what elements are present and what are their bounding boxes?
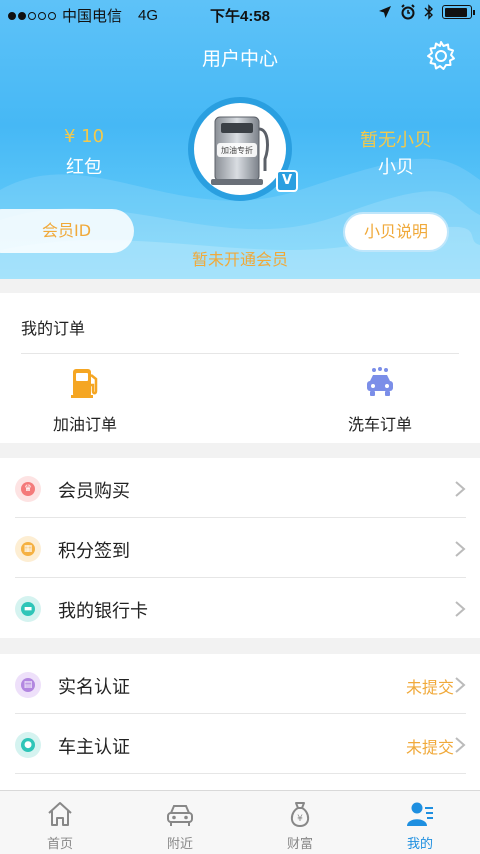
redpacket-amount[interactable]: ¥ 10: [48, 126, 120, 147]
fuel-orders-label: 加油订单: [52, 415, 117, 434]
home-icon: [48, 802, 72, 826]
user-icon: [407, 802, 433, 826]
tab-label: 我的: [406, 837, 433, 852]
fuel-orders-button[interactable]: 加油订单: [25, 365, 145, 435]
tab-wealth[interactable]: ¥ 财富: [260, 799, 340, 852]
money-bag-icon: ¥: [290, 802, 310, 828]
beibei-help-button[interactable]: 小贝说明: [343, 212, 449, 252]
alarm-clock-icon: [401, 4, 415, 20]
orders-title: 我的订单: [21, 319, 86, 338]
status-badge: 未提交: [405, 738, 454, 757]
chevron-right-icon: [455, 677, 466, 693]
car-wash-icon: [367, 367, 393, 396]
page-title: 用户中心: [201, 48, 278, 70]
tab-nearby[interactable]: 附近: [140, 799, 220, 852]
status-bar: 中国电信 4G 下午4:58: [0, 0, 480, 28]
beibei-amount[interactable]: 暂无小贝: [346, 126, 446, 152]
menu-section-primary: ♛ 会员购买 ▦ 积分签到 ▬ 我的银行卡: [0, 458, 480, 638]
menu-row-label: 我的银行卡: [58, 601, 148, 622]
tab-me[interactable]: 我的: [380, 799, 460, 852]
car-owner-icon: ●: [15, 732, 41, 758]
id-card-icon: ▤: [15, 672, 41, 698]
fuel-pump-avatar-icon: 加油专折: [211, 116, 269, 185]
tab-bar: 首页 附近 ¥ 财富 我的: [0, 790, 480, 854]
chevron-right-icon: [455, 601, 466, 617]
menu-row-label: 车主认证: [58, 737, 130, 758]
location-arrow-icon: [379, 6, 391, 18]
chevron-right-icon: [455, 737, 466, 753]
vip-badge: V: [276, 170, 298, 192]
menu-section-verification: ▤ 实名认证 未提交 ● 车主认证 未提交: [0, 654, 480, 790]
menu-row-label: 会员购买: [58, 481, 130, 502]
divider: [21, 353, 459, 354]
tab-label: 附近: [166, 837, 193, 852]
carwash-orders-label: 洗车订单: [347, 415, 412, 434]
carwash-orders-button[interactable]: 洗车订单: [320, 365, 440, 435]
battery-icon: [442, 5, 475, 19]
svg-text:¥: ¥: [297, 814, 303, 824]
tab-label: 财富: [286, 837, 313, 852]
calendar-icon: ▦: [15, 536, 41, 562]
car-icon: [167, 805, 193, 826]
bank-card-icon: ▬: [15, 596, 41, 622]
beibei-label[interactable]: 小贝: [346, 153, 446, 179]
tab-label: 首页: [46, 837, 73, 852]
chevron-right-icon: [455, 541, 466, 557]
menu-row-realname-verification[interactable]: ▤ 实名认证 未提交: [0, 654, 480, 714]
orders-section: 我的订单 加油订单 洗车订单: [0, 293, 480, 443]
divider: [15, 773, 466, 774]
chevron-right-icon: [455, 481, 466, 497]
menu-row-label: 积分签到: [58, 541, 130, 562]
avatar-logo-text: 加油专折: [221, 145, 253, 155]
menu-row-carowner-verification[interactable]: ● 车主认证 未提交: [0, 714, 480, 774]
menu-row-bank-cards[interactable]: ▬ 我的银行卡: [0, 578, 480, 638]
tab-home[interactable]: 首页: [20, 799, 100, 852]
bluetooth-icon: [424, 4, 433, 20]
menu-row-label: 实名认证: [58, 677, 130, 698]
crown-icon: ♛: [15, 476, 41, 502]
redpacket-label[interactable]: 红包: [48, 153, 120, 179]
fuel-pump-icon: [71, 369, 98, 398]
menu-row-membership-purchase[interactable]: ♛ 会员购买: [0, 458, 480, 518]
status-badge: 未提交: [405, 678, 454, 697]
menu-row-points-checkin[interactable]: ▦ 积分签到: [0, 518, 480, 578]
gear-icon[interactable]: [425, 40, 457, 72]
user-header: 中国电信 4G 下午4:58 用户中心 ¥ 10 红包 加油专折 V 暂无小贝 …: [0, 0, 480, 279]
